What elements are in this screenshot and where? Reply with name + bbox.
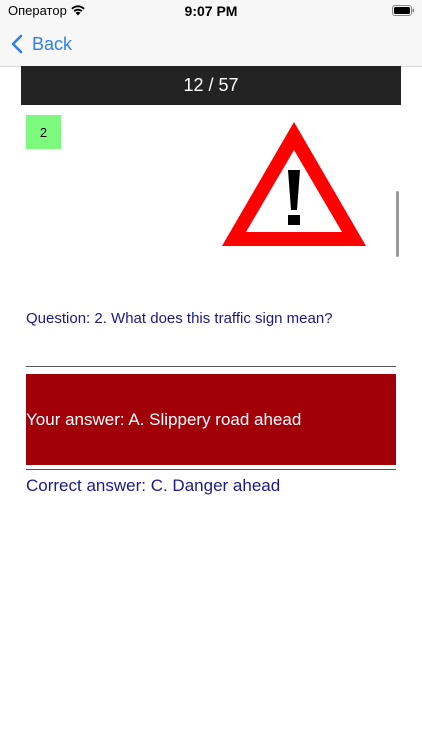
status-bar: Оператор 9:07 PM: [0, 0, 422, 22]
status-time: 9:07 PM: [184, 3, 238, 19]
divider: [26, 366, 396, 367]
divider: [26, 469, 396, 470]
battery-icon: [392, 5, 414, 16]
warning-triangle-icon: [222, 122, 366, 246]
back-button[interactable]: Back: [10, 31, 72, 57]
question-number-badge: 2: [26, 115, 61, 149]
your-answer-block: Your answer: A. Slippery road ahead: [26, 374, 396, 465]
chevron-left-icon: [11, 34, 23, 54]
correct-answer-text: Correct answer: C. Danger ahead: [26, 476, 281, 495]
question-counter-bar: 12 / 57: [21, 66, 401, 105]
question-text: Question: 2. What does this traffic sign…: [26, 310, 333, 327]
question-number: 2: [39, 124, 48, 140]
question-counter: 12 / 57: [183, 75, 239, 95]
back-label: Back: [32, 33, 73, 54]
navigation-bar: Back: [0, 22, 422, 67]
your-answer-text: Your answer: A. Slippery road ahead: [26, 409, 302, 429]
screen: Оператор 9:07 PM Back 12 / 57 2 Question…: [0, 0, 422, 750]
scroll-indicator[interactable]: [396, 191, 399, 257]
